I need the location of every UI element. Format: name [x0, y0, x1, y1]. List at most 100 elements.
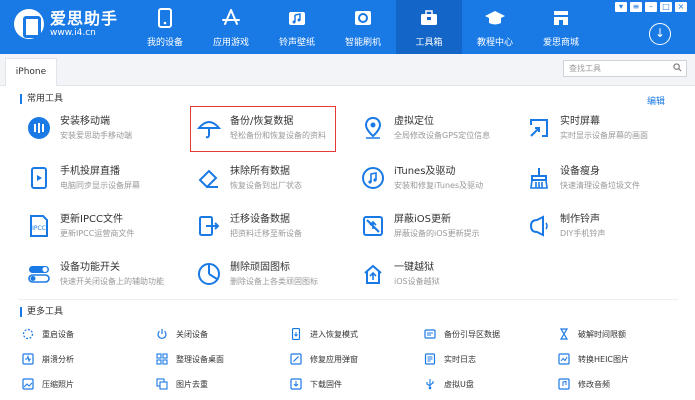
block-update-icon — [360, 213, 386, 239]
tool-desc: 把资料迁移至新设备 — [230, 229, 302, 238]
more-label: 图片去重 — [176, 379, 208, 389]
main-nav: 我的设备 应用游戏 铃声壁纸 智能刷机 工具箱 教程中心 爱思商城 — [132, 0, 594, 54]
shirt-icon[interactable]: ▾ — [615, 2, 627, 12]
more-crash-analysis[interactable]: 崩溃分析 — [22, 351, 74, 367]
toggle-icon — [26, 261, 52, 287]
screen-icon — [526, 115, 552, 141]
more-dedupe-photo[interactable]: 图片去重 — [156, 376, 208, 392]
tool-desc: 安装和修复iTunes及驱动 — [394, 181, 484, 190]
nav-my-device[interactable]: 我的设备 — [132, 0, 198, 54]
backup-boot-icon — [424, 328, 436, 340]
nav-shop[interactable]: 爱思商城 — [528, 0, 594, 54]
more-compress-photo[interactable]: 压缩照片 — [22, 376, 74, 392]
mirror-icon — [26, 165, 52, 191]
menu-icon[interactable]: ≡ — [630, 2, 642, 12]
tool-name: 实时屏幕 — [560, 116, 600, 127]
more-realtime-log[interactable]: 实时日志 — [424, 351, 476, 367]
heic-icon — [558, 353, 570, 365]
tool-desc: 实时显示设备屏幕的画面 — [560, 131, 648, 140]
audio-icon — [558, 378, 570, 390]
tool-name: 更新IPCC文件 — [60, 214, 123, 225]
nav-ringtones[interactable]: 铃声壁纸 — [264, 0, 330, 54]
maximize-icon[interactable]: □ — [660, 2, 672, 12]
app-logo[interactable]: 爱思助手 www.i4.cn — [14, 9, 118, 39]
tool-itunes-driver[interactable]: iTunes及驱动 安装和修复iTunes及驱动 — [360, 165, 530, 205]
more-virtual-usb[interactable]: 虚拟U盘 — [424, 376, 474, 392]
more-download-firmware[interactable]: 下载固件 — [290, 376, 342, 392]
nav-apps[interactable]: 应用游戏 — [198, 0, 264, 54]
firmware-icon — [290, 378, 302, 390]
tool-virtual-location[interactable]: 虚拟定位 全局修改设备GPS定位信息 — [360, 115, 530, 155]
tool-install-mobile[interactable]: 安装移动端 安装爱思助手移动端 — [26, 115, 196, 155]
more-recovery-mode[interactable]: 进入恢复模式 — [290, 326, 358, 342]
broom-icon — [526, 165, 552, 191]
tool-name: 屏蔽iOS更新 — [394, 214, 451, 225]
tool-desc: 轻松备份和恢复设备的资料 — [230, 131, 326, 140]
tool-update-ipcc[interactable]: IPCC 更新IPCC文件 更新IPCC运营商文件 — [26, 213, 196, 253]
flash-icon — [352, 7, 374, 29]
more-label: 进入恢复模式 — [310, 329, 358, 339]
power-icon — [156, 328, 168, 340]
more-label: 崩溃分析 — [42, 354, 74, 364]
tool-block-ios-update[interactable]: 屏蔽iOS更新 屏蔽设备的iOS更新提示 — [360, 213, 530, 253]
more-backup-boot[interactable]: 备份引导区数据 — [424, 326, 500, 342]
more-edit-audio[interactable]: 修改音频 — [558, 376, 610, 392]
crash-icon — [22, 353, 34, 365]
nav-flash[interactable]: 智能刷机 — [330, 0, 396, 54]
nav-label: 我的设备 — [146, 38, 183, 48]
nav-label: 爱思商城 — [542, 38, 579, 48]
tool-jailbreak[interactable]: 一键越狱 iOS设备越狱 — [360, 261, 530, 301]
nav-label: 教程中心 — [476, 38, 513, 48]
jailbreak-icon — [360, 261, 386, 287]
tool-device-slim[interactable]: 设备瘦身 快速清理设备垃圾文件 — [526, 165, 695, 205]
more-shutdown-device[interactable]: 关闭设备 — [156, 326, 208, 342]
app-url: www.i4.cn — [50, 27, 96, 38]
more-restart-device[interactable]: 重启设备 — [22, 326, 74, 342]
tool-make-ringtone[interactable]: 制作铃声 DIY手机铃声 — [526, 213, 695, 253]
tool-desc: 电脑同步显示设备屏幕 — [60, 181, 140, 190]
tool-realtime-screen[interactable]: 实时屏幕 实时显示设备屏幕的画面 — [526, 115, 695, 155]
tool-desc: DIY手机铃声 — [560, 229, 606, 238]
more-organize-desktop[interactable]: 整理设备桌面 — [156, 351, 224, 367]
tab-iphone[interactable]: iPhone — [5, 58, 57, 86]
tool-name: 抹除所有数据 — [230, 166, 290, 177]
itunes-icon — [360, 165, 386, 191]
tool-migrate-data[interactable]: 迁移设备数据 把资料迁移至新设备 — [196, 213, 366, 253]
download-icon[interactable]: ↓ — [649, 23, 671, 45]
app-store-icon — [220, 7, 242, 29]
phone-icon — [154, 7, 176, 29]
tool-backup-restore[interactable]: 备份/恢复数据 轻松备份和恢复设备的资料 — [196, 115, 366, 155]
location-icon — [360, 115, 386, 141]
search-placeholder: 查找工具 — [569, 64, 601, 73]
tool-desc: iOS设备越狱 — [394, 277, 440, 286]
tool-desc: 快速开关闭设备上的辅助功能 — [60, 277, 164, 286]
tool-desc: 恢复设备到出厂状态 — [230, 181, 302, 190]
search-icon[interactable] — [673, 63, 682, 72]
more-label: 破解时间限额 — [578, 329, 626, 339]
tool-name: 设备瘦身 — [560, 166, 600, 177]
tool-erase-all[interactable]: 抹除所有数据 恢复设备到出厂状态 — [196, 165, 366, 205]
search-input[interactable]: 查找工具 — [563, 60, 687, 77]
more-screen-time[interactable]: 破解时间限额 — [558, 326, 626, 342]
more-label: 下载固件 — [310, 379, 342, 389]
close-icon[interactable]: × — [675, 2, 687, 12]
recovery-icon — [290, 328, 302, 340]
nav-toolbox[interactable]: 工具箱 — [396, 0, 462, 54]
grid-icon — [156, 353, 168, 365]
more-convert-heic[interactable]: 转换HEIC图片 — [558, 351, 629, 367]
usb-icon — [424, 378, 436, 390]
more-fix-app-popup[interactable]: 修复应用弹窗 — [290, 351, 358, 367]
tool-name: 设备功能开关 — [60, 262, 120, 273]
tool-desc: 屏蔽设备的iOS更新提示 — [394, 229, 480, 238]
tool-desc: 全局修改设备GPS定位信息 — [394, 131, 491, 140]
edit-link[interactable]: 编辑 — [647, 94, 665, 107]
logo-icon — [14, 9, 44, 39]
tool-screen-mirror[interactable]: 手机投屏直播 电脑同步显示设备屏幕 — [26, 165, 196, 205]
tool-name: 制作铃声 — [560, 214, 600, 225]
minimize-icon[interactable]: – — [645, 2, 657, 12]
nav-label: 工具箱 — [415, 38, 443, 48]
tool-feature-toggle[interactable]: 设备功能开关 快速开关闭设备上的辅助功能 — [26, 261, 196, 301]
tool-delete-icons[interactable]: 删除顽固图标 删除设备上各类顽固图标 — [196, 261, 366, 301]
svg-text:IPCC: IPCC — [32, 225, 46, 232]
nav-tutorials[interactable]: 教程中心 — [462, 0, 528, 54]
